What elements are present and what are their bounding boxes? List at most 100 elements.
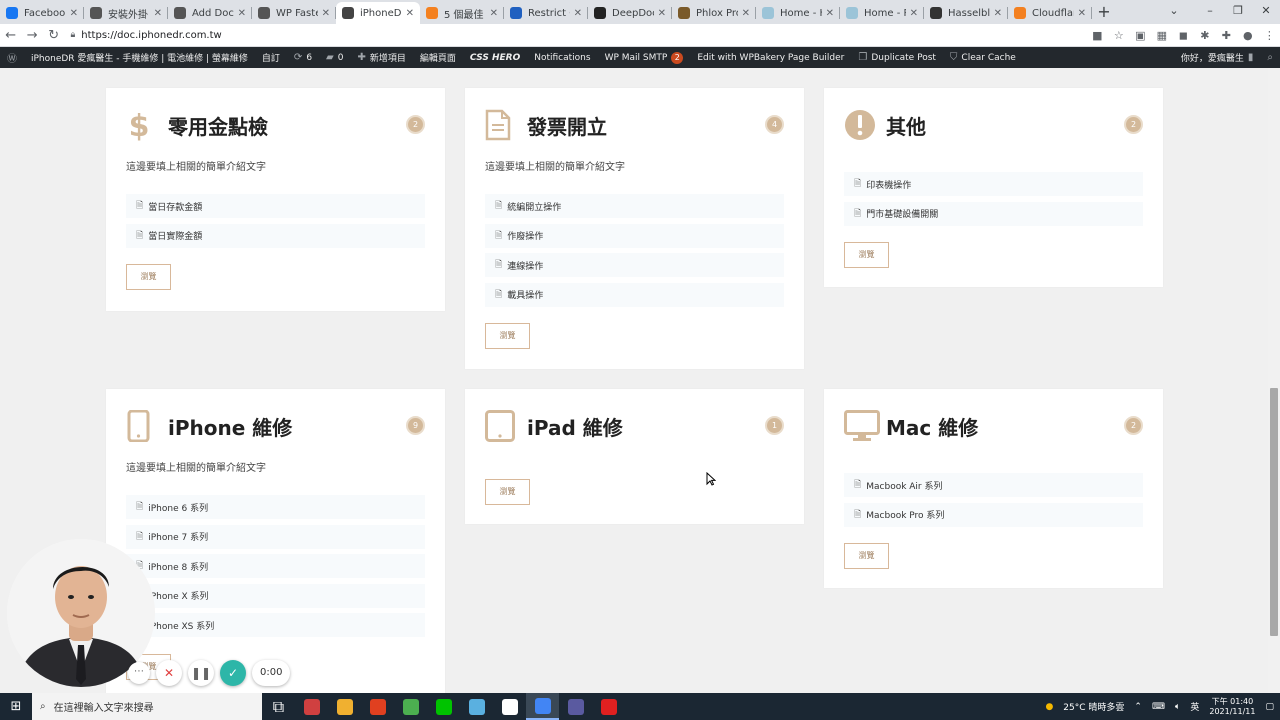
close-tab-icon[interactable]: ✕ (406, 8, 414, 19)
card-title[interactable]: Mac 維修 (886, 412, 978, 441)
new-content-menu[interactable]: ✚ 新增項目 (350, 51, 412, 64)
article-link[interactable]: 🗎︎ 統編開立操作 (485, 194, 784, 218)
task-view-icon[interactable]: ⧉ (262, 693, 295, 720)
browser-tab[interactable]: Add Doc ‹ iPho ✕ (168, 2, 252, 24)
browser-tab[interactable]: Restrict Co ✕ (504, 2, 588, 24)
profile-icon[interactable]: ● (1237, 29, 1259, 42)
menu-icon[interactable]: ⋮ (1259, 29, 1280, 42)
page-scrollbar[interactable] (1268, 68, 1280, 693)
taskbar-app-icon[interactable] (427, 693, 460, 720)
browse-button[interactable]: 瀏覽 (844, 543, 889, 569)
camera-icon[interactable]: ■ (1087, 29, 1109, 42)
close-tab-icon[interactable]: ✕ (658, 8, 666, 19)
edit-page-menu[interactable]: 編輯頁面 (413, 51, 463, 64)
article-link[interactable]: 🗎︎ iPhone 6 系列 (126, 495, 425, 519)
article-link[interactable]: 🗎︎ 連線操作 (485, 253, 784, 277)
updates-menu[interactable]: ⟳ 6 (287, 52, 319, 63)
browser-tab[interactable]: 5 個最佳 W ✕ (420, 2, 504, 24)
browse-button[interactable]: 瀏覽 (844, 242, 889, 268)
duplicate-post-menu[interactable]: ❐ Duplicate Post (851, 52, 943, 63)
browse-button[interactable]: 瀏覽 (485, 479, 530, 505)
star-icon[interactable]: ☆ (1108, 29, 1130, 42)
admin-search[interactable]: ⌕ (1260, 52, 1280, 63)
article-link[interactable]: 🗎︎ Macbook Air 系列 (844, 473, 1143, 497)
article-link[interactable]: 🗎︎ 印表機操作 (844, 172, 1143, 196)
card-title[interactable]: 其他 (886, 111, 926, 140)
taskbar-app-icon[interactable] (559, 693, 592, 720)
taskbar-app-icon[interactable] (328, 693, 361, 720)
extension-icon[interactable]: ◼ (1173, 29, 1195, 42)
close-tab-icon[interactable]: ✕ (994, 8, 1002, 19)
notifications-menu[interactable]: Notifications (527, 53, 597, 63)
ime-indicator[interactable]: 英 (1190, 700, 1199, 713)
weather-text[interactable]: 25°C 晴時多雲 (1063, 700, 1124, 713)
article-link[interactable]: 🗎︎ iPhone 8 系列 (126, 554, 425, 578)
close-tab-icon[interactable]: ✕ (1078, 8, 1086, 19)
close-tab-icon[interactable]: ✕ (826, 8, 834, 19)
browser-tab[interactable]: Home - Ph ✕ (840, 2, 924, 24)
browser-tab[interactable]: Phlox Pro - ✕ (672, 2, 756, 24)
card-title[interactable]: iPad 維修 (527, 412, 623, 441)
taskbar-app-icon[interactable] (295, 693, 328, 720)
close-tab-icon[interactable]: ✕ (910, 8, 918, 19)
extension-icon[interactable]: ▣ (1130, 29, 1152, 42)
back-icon[interactable]: ← (0, 28, 22, 43)
csshero-menu[interactable]: CSS HERO (463, 53, 527, 63)
address-bar[interactable]: 🔒︎ https://doc.iphonedr.com.tw (71, 27, 1087, 44)
account-menu[interactable]: 你好，愛瘋醫生 ▮ (1174, 51, 1261, 64)
weather-icon[interactable]: ● (1045, 702, 1053, 712)
article-link[interactable]: 🗎︎ Macbook Pro 系列 (844, 502, 1143, 527)
browser-tab[interactable]: Facebook ✕ (0, 2, 84, 24)
taskbar-app-icon[interactable] (361, 693, 394, 720)
card-title[interactable]: 發票開立 (527, 111, 607, 140)
volume-icon[interactable]: 🔈︎ (1175, 702, 1180, 712)
more-icon[interactable]: ⋯ (128, 662, 150, 684)
windows-start-icon[interactable]: ⊞ (0, 699, 32, 714)
close-tab-icon[interactable]: ✕ (70, 8, 78, 19)
browser-tab[interactable]: 安裝外掛 ‹ iPho ✕ (84, 2, 168, 24)
browse-button[interactable]: 瀏覽 (485, 323, 530, 349)
extension-icon[interactable]: ▦ (1151, 29, 1173, 42)
lock-icon[interactable]: 🔒︎ (71, 30, 76, 40)
pause-recording-button[interactable]: ❚❚ (188, 660, 214, 686)
restore-icon[interactable]: ❐ (1224, 0, 1252, 24)
site-name-menu[interactable]: iPhoneDR 愛瘋醫生 - 手機維修 | 電池維修 | 螢幕維修 (24, 51, 255, 64)
article-link[interactable]: 🗎︎ 載具操作 (485, 282, 784, 307)
article-link[interactable]: 🗎︎ iPhone 7 系列 (126, 524, 425, 549)
clock[interactable]: 下午 01:40 2021/11/11 (1209, 697, 1255, 717)
browser-tab[interactable]: WP Fastest ✕ (252, 2, 336, 24)
minimize-icon[interactable]: – (1196, 0, 1224, 24)
wp-logo-menu[interactable]: Ⓦ (0, 50, 24, 65)
forward-icon[interactable]: → (22, 28, 44, 43)
customize-menu[interactable]: 自訂 (255, 51, 287, 64)
article-link[interactable]: 🗎︎ 當日實際金額 (126, 223, 425, 248)
wpbakery-menu[interactable]: Edit with WPBakery Page Builder (690, 53, 851, 63)
close-tab-icon[interactable]: ✕ (490, 8, 498, 19)
close-tab-icon[interactable]: ✕ (154, 8, 162, 19)
close-tab-icon[interactable]: ✕ (322, 8, 330, 19)
finish-recording-button[interactable]: ✓ (220, 660, 246, 686)
reload-icon[interactable]: ↻ (43, 28, 65, 43)
browser-tab[interactable]: iPhoneDR ✕ (336, 2, 420, 24)
close-tab-icon[interactable]: ✕ (574, 8, 582, 19)
card-title[interactable]: iPhone 維修 (168, 412, 292, 441)
taskbar-app-icon[interactable] (526, 693, 559, 720)
browser-tab[interactable]: Home - Ho ✕ (756, 2, 840, 24)
extension-icon[interactable]: ✱ (1194, 29, 1216, 42)
tray-chevron-icon[interactable]: ⌃ (1134, 702, 1142, 712)
article-link[interactable]: 🗎︎ 當日存款金額 (126, 194, 425, 218)
tab-search-icon[interactable]: ⌄ (1160, 0, 1188, 24)
article-link[interactable]: 🗎︎iPhone XS 系列 (126, 613, 425, 637)
comments-menu[interactable]: ▰ 0 (319, 52, 350, 63)
new-tab-button[interactable]: + (1092, 2, 1116, 24)
taskbar-app-icon[interactable] (493, 693, 526, 720)
article-link[interactable]: 🗎︎iPhone X 系列 (126, 583, 425, 608)
close-tab-icon[interactable]: ✕ (742, 8, 750, 19)
close-tab-icon[interactable]: ✕ (238, 8, 246, 19)
browser-tab[interactable]: Hasselblad ✕ (924, 2, 1008, 24)
taskbar-app-icon[interactable] (592, 693, 625, 720)
taskbar-app-icon[interactable] (460, 693, 493, 720)
clear-cache-menu[interactable]: ⛉ Clear Cache (943, 52, 1023, 63)
scrollbar-thumb[interactable] (1270, 388, 1278, 636)
article-link[interactable]: 🗎︎ 門市基礎設備開關 (844, 201, 1143, 226)
